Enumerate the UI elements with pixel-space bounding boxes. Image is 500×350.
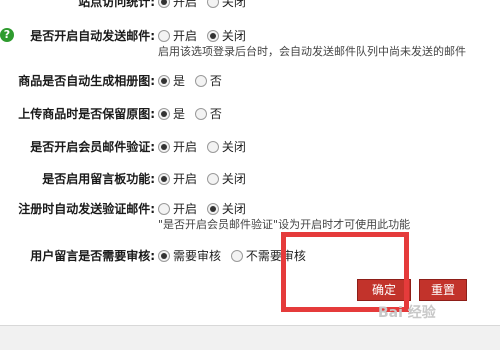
radio-icon[interactable] [158, 107, 170, 120]
row-auto-mail: ? 是否开启自动发送邮件: 开启 关闭 [0, 26, 500, 46]
member-verify-option-off[interactable]: 关闭 [206, 137, 246, 157]
member-verify-option-on[interactable]: 开启 [158, 137, 197, 157]
radio-icon[interactable] [158, 249, 170, 262]
message-audit-label: 用户留言是否需要审核: [30, 249, 155, 263]
radio-icon[interactable] [206, 29, 219, 42]
row-register-verify: 注册时自动发送验证邮件: 开启 关闭 [0, 199, 500, 219]
radio-icon[interactable] [230, 249, 243, 262]
auto-album-option-no[interactable]: 否 [194, 71, 222, 91]
keep-original-option-yes[interactable]: 是 [158, 104, 185, 124]
radio-icon[interactable] [194, 74, 207, 87]
radio-icon[interactable] [158, 0, 170, 8]
register-verify-label: 注册时自动发送验证邮件: [18, 202, 155, 216]
message-audit-option-need[interactable]: 需要审核 [158, 246, 221, 266]
row-keep-original: 上传商品时是否保留原图: 是 否 [0, 104, 500, 124]
radio-icon[interactable] [158, 29, 170, 42]
guestbook-option-off[interactable]: 关闭 [206, 169, 246, 189]
auto-album-option-yes[interactable]: 是 [158, 71, 185, 91]
guestbook-option-on[interactable]: 开启 [158, 169, 197, 189]
help-icon[interactable]: ? [0, 28, 14, 42]
site-stats-option-on[interactable]: 开启 [158, 0, 197, 12]
watermark: Bai 经验 [378, 305, 436, 321]
row-message-audit: 用户留言是否需要审核: 需要审核 不需要审核 [0, 246, 500, 266]
register-verify-hint: "是否开启会员邮件验证"设为开启时才可使用此功能 [158, 218, 411, 231]
register-verify-option-on[interactable]: 开启 [158, 199, 197, 219]
auto-mail-option-off[interactable]: 关闭 [206, 26, 246, 46]
radio-icon[interactable] [158, 74, 170, 87]
guestbook-label: 是否启用留言板功能: [42, 172, 155, 186]
register-verify-option-off[interactable]: 关闭 [206, 199, 246, 219]
auto-mail-label: 是否开启自动发送邮件: [30, 29, 155, 43]
row-member-verify: 是否开启会员邮件验证: 开启 关闭 [0, 137, 500, 157]
member-verify-label: 是否开启会员邮件验证: [30, 140, 155, 154]
radio-icon[interactable] [206, 172, 219, 185]
row-site-stats: 站点访问统计: 开启 关闭 [0, 0, 500, 12]
radio-icon[interactable] [194, 107, 207, 120]
auto-album-label: 商品是否自动生成相册图: [18, 74, 155, 88]
keep-original-label: 上传商品时是否保留原图: [18, 107, 155, 121]
radio-icon[interactable] [158, 172, 170, 185]
radio-icon[interactable] [206, 202, 219, 215]
radio-icon[interactable] [158, 202, 170, 215]
radio-icon[interactable] [206, 140, 219, 153]
site-stats-option-off[interactable]: 关闭 [206, 0, 246, 12]
highlight-box [281, 232, 409, 312]
keep-original-option-no[interactable]: 否 [194, 104, 222, 124]
auto-mail-option-on[interactable]: 开启 [158, 26, 197, 46]
site-stats-label: 站点访问统计: [78, 0, 155, 9]
row-auto-album: 商品是否自动生成相册图: 是 否 [0, 71, 500, 91]
row-guestbook: 是否启用留言板功能: 开启 关闭 [0, 169, 500, 189]
reset-button[interactable]: 重置 [419, 279, 467, 301]
auto-mail-hint: 启用该选项登录后台时，会自动发送邮件队列中尚未发送的邮件 [158, 45, 466, 58]
radio-icon[interactable] [158, 140, 170, 153]
radio-icon[interactable] [206, 0, 219, 8]
bottom-bar [0, 325, 500, 350]
